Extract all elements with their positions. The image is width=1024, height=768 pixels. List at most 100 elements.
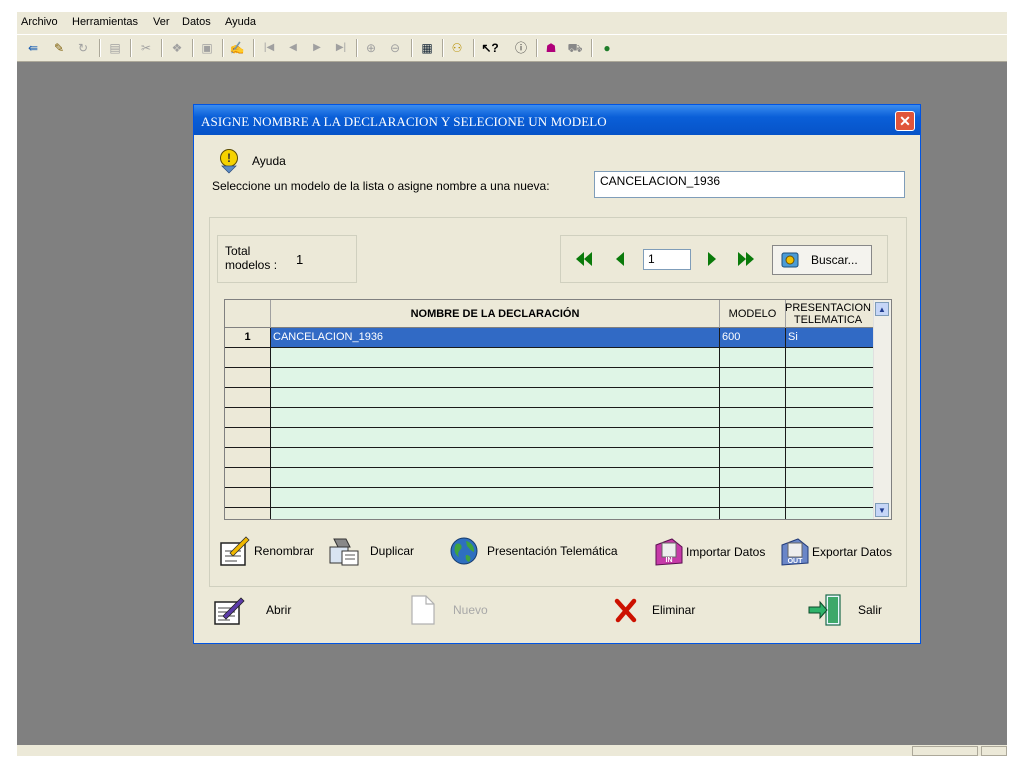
empty-cell[interactable]	[720, 488, 786, 507]
table-row[interactable]: 1 CANCELACION_1936 600 Si	[225, 328, 875, 348]
empty-cell[interactable]	[786, 428, 875, 447]
first-page-icon[interactable]	[575, 250, 593, 268]
empty-cell[interactable]	[271, 348, 720, 367]
print-icon[interactable]: ▣	[199, 40, 215, 56]
empty-table-row[interactable]	[225, 488, 875, 508]
telematic-button[interactable]: Presentación Telemática	[448, 535, 618, 567]
menu-ver[interactable]: Ver	[153, 16, 170, 28]
empty-cell[interactable]	[786, 448, 875, 467]
help-icon[interactable]: ⚇	[449, 40, 465, 56]
empty-table-row[interactable]	[225, 388, 875, 408]
empty-cell[interactable]	[720, 448, 786, 467]
empty-cell[interactable]	[786, 508, 875, 519]
info-icon[interactable]: ⓘ	[513, 40, 529, 56]
close-button[interactable]: ✕	[895, 111, 915, 131]
binoculars-icon	[781, 252, 799, 268]
zoom-out-icon[interactable]: ⊖	[387, 40, 403, 56]
empty-cell[interactable]	[720, 388, 786, 407]
edit-icon[interactable]: ✎	[51, 40, 67, 56]
empty-cell[interactable]	[271, 448, 720, 467]
last-record-icon[interactable]: ▶|	[333, 40, 349, 56]
empty-cell[interactable]	[271, 488, 720, 507]
next-page-icon[interactable]	[705, 250, 719, 268]
empty-table-row[interactable]	[225, 468, 875, 488]
duplicate-button[interactable]: Duplicar	[328, 535, 414, 567]
scroll-down-icon[interactable]: ▼	[875, 503, 889, 517]
web-icon[interactable]: ●	[599, 40, 615, 56]
page-number-input[interactable]: 1	[643, 249, 691, 270]
empty-cell[interactable]	[271, 408, 720, 427]
next-record-icon[interactable]: ▶	[309, 40, 325, 56]
save-icon[interactable]: ▤	[107, 40, 123, 56]
open-icon[interactable]: ⇚	[25, 40, 41, 56]
zoom-in-icon[interactable]: ⊕	[363, 40, 379, 56]
refresh-icon[interactable]: ↻	[75, 40, 91, 56]
empty-cell[interactable]	[271, 508, 720, 519]
empty-cell[interactable]	[271, 388, 720, 407]
menu-herramientas[interactable]: Herramientas	[72, 16, 138, 28]
tools-icon[interactable]: ✍	[229, 40, 245, 56]
empty-cell[interactable]	[786, 388, 875, 407]
cell-modelo[interactable]: 600	[720, 328, 786, 347]
search-button[interactable]: Buscar...	[772, 245, 872, 275]
empty-cell[interactable]	[786, 348, 875, 367]
delete-button[interactable]: Eliminar	[612, 594, 695, 626]
total-models-value: 1	[296, 252, 304, 267]
dialog-titlebar[interactable]: ASIGNE NOMBRE A LA DECLARACION Y SELECIO…	[194, 105, 920, 135]
scroll-up-icon[interactable]: ▲	[875, 302, 889, 316]
empty-cell[interactable]	[720, 508, 786, 519]
row-header-cell	[225, 408, 271, 427]
empty-cell[interactable]	[271, 468, 720, 487]
user-icon[interactable]: ☗	[543, 40, 559, 56]
new-label: Nuevo	[453, 603, 488, 617]
cell-telematica[interactable]: Si	[786, 328, 875, 347]
empty-cell[interactable]	[720, 368, 786, 387]
first-record-icon[interactable]: |◀	[261, 40, 277, 56]
prev-page-icon[interactable]	[613, 250, 627, 268]
empty-cell[interactable]	[786, 468, 875, 487]
empty-cell[interactable]	[271, 368, 720, 387]
column-header-name[interactable]: NOMBRE DE LA DECLARACIÓN	[271, 300, 720, 328]
open-button[interactable]: Abrir	[213, 594, 291, 626]
dialog-title: ASIGNE NOMBRE A LA DECLARACION Y SELECIO…	[201, 114, 607, 129]
empty-table-row[interactable]	[225, 508, 875, 519]
empty-cell[interactable]	[720, 428, 786, 447]
empty-cell[interactable]	[720, 408, 786, 427]
import-button[interactable]: IN Importar Datos	[652, 535, 765, 569]
menu-datos[interactable]: Datos	[182, 16, 211, 28]
empty-table-row[interactable]	[225, 408, 875, 428]
context-help-icon[interactable]: ↖?	[481, 40, 498, 56]
menu-archivo[interactable]: Archivo	[21, 16, 58, 28]
empty-cell[interactable]	[720, 348, 786, 367]
empty-cell[interactable]	[786, 408, 875, 427]
prev-record-icon[interactable]: ◀	[285, 40, 301, 56]
column-header-telematica[interactable]: PRESENTACION TELEMATICA	[785, 300, 875, 328]
empty-table-row[interactable]	[225, 448, 875, 468]
declaration-name-input[interactable]: CANCELACION_1936	[594, 171, 905, 198]
car-icon[interactable]: ⛟	[567, 40, 583, 56]
menu-ayuda[interactable]: Ayuda	[225, 16, 256, 28]
empty-table-row[interactable]	[225, 348, 875, 368]
column-header-modelo[interactable]: MODELO	[720, 300, 786, 328]
empty-table-row[interactable]	[225, 368, 875, 388]
empty-cell[interactable]	[786, 368, 875, 387]
help-link[interactable]: ! Ayuda	[218, 148, 286, 174]
empty-cell[interactable]	[720, 468, 786, 487]
delete-label: Eliminar	[652, 603, 696, 617]
cell-name[interactable]: CANCELACION_1936	[271, 328, 720, 347]
new-button[interactable]: Nuevo	[409, 594, 488, 626]
last-page-icon[interactable]	[737, 250, 755, 268]
empty-cell[interactable]	[271, 428, 720, 447]
calculator-icon[interactable]: ▦	[419, 40, 435, 56]
exit-icon	[808, 594, 841, 626]
vertical-scrollbar[interactable]: ▲ ▼	[873, 300, 891, 519]
exit-button[interactable]: Salir	[806, 592, 882, 628]
export-button[interactable]: OUT Exportar Datos	[778, 535, 892, 569]
help-icon: !	[220, 149, 238, 174]
rename-button[interactable]: Renombrar	[218, 535, 314, 567]
empty-table-row[interactable]	[225, 428, 875, 448]
paste-icon[interactable]: ❖	[169, 40, 185, 56]
toolbar-separator	[356, 39, 358, 57]
cut-icon[interactable]: ✂	[138, 40, 154, 56]
empty-cell[interactable]	[786, 488, 875, 507]
